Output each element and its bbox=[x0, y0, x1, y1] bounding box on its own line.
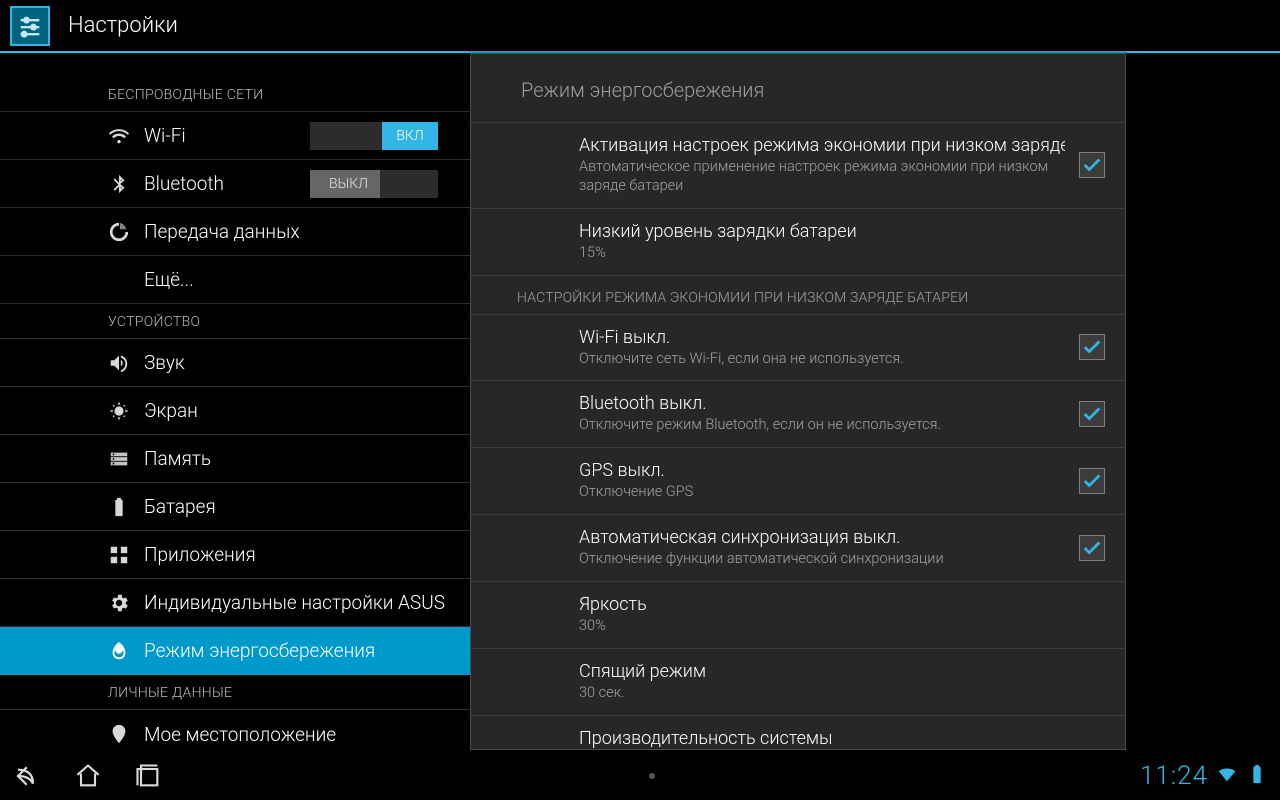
bluetooth-icon bbox=[108, 173, 130, 195]
row-subtitle: Отключите сеть Wi-Fi, если она не исполь… bbox=[579, 350, 1065, 369]
wifi-status-icon bbox=[1216, 763, 1238, 789]
panel-section-header: НАСТРОЙКИ РЕЖИМА ЭКОНОМИИ ПРИ НИЗКОМ ЗАР… bbox=[471, 276, 1125, 315]
home-button[interactable] bbox=[72, 761, 104, 791]
back-button[interactable] bbox=[12, 761, 44, 791]
row-title: Производительность системы bbox=[579, 728, 1105, 749]
checkbox[interactable] bbox=[1079, 401, 1105, 427]
system-navbar: 11:24 bbox=[0, 752, 1280, 800]
sidebar-item-label: Индивидуальные настройки ASUS bbox=[144, 591, 445, 614]
wifi-icon bbox=[108, 125, 130, 147]
battery-icon bbox=[108, 496, 130, 518]
sidebar-item-label: Ещё... bbox=[144, 268, 194, 291]
nav-dots bbox=[164, 773, 1140, 779]
sidebar: БЕСПРОВОДНЫЕ СЕТИ Wi-Fi ВКЛ Bluetooth ВЫ… bbox=[0, 53, 470, 752]
wifi-toggle[interactable]: ВКЛ bbox=[310, 122, 438, 150]
sidebar-item-label: Режим энергосбережения bbox=[144, 639, 375, 662]
bluetooth-toggle[interactable]: ВЫКЛ bbox=[310, 170, 438, 198]
clock: 11:24 bbox=[1140, 761, 1208, 791]
row-subtitle: Отключите режим Bluetooth, если он не ис… bbox=[579, 416, 1065, 435]
sidebar-item-more[interactable]: Ещё... bbox=[0, 256, 470, 304]
row-performance[interactable]: Производительность системы Режим энергос… bbox=[471, 716, 1125, 749]
checkbox[interactable] bbox=[1079, 535, 1105, 561]
panel-title: Режим энергосбережения bbox=[471, 54, 1125, 123]
sidebar-item-asus-custom[interactable]: Индивидуальные настройки ASUS bbox=[0, 579, 470, 627]
sidebar-item-label: Батарея bbox=[144, 495, 216, 518]
apps-icon bbox=[108, 544, 130, 566]
row-title: Спящий режим bbox=[579, 661, 1105, 682]
sidebar-item-label: Память bbox=[144, 447, 211, 470]
row-subtitle: 30 сек. bbox=[579, 684, 1105, 703]
row-title: Яркость bbox=[579, 594, 1105, 615]
display-icon bbox=[108, 400, 130, 422]
sidebar-item-label: Звук bbox=[144, 351, 185, 374]
sidebar-item-label: Wi-Fi bbox=[144, 124, 186, 147]
recent-apps-button[interactable] bbox=[132, 761, 164, 791]
battery-status-icon bbox=[1246, 763, 1268, 789]
row-title: Wi-Fi выкл. bbox=[579, 327, 1065, 348]
sidebar-item-label: Экран bbox=[144, 399, 198, 422]
leaf-icon bbox=[108, 640, 130, 662]
sidebar-item-wifi[interactable]: Wi-Fi ВКЛ bbox=[0, 112, 470, 160]
sidebar-item-label: Приложения bbox=[144, 543, 256, 566]
row-subtitle: Отключение функции автоматической синхро… bbox=[579, 550, 1065, 569]
row-low-battery-level[interactable]: Низкий уровень зарядки батареи 15% bbox=[471, 209, 1125, 276]
row-subtitle: Автоматическое применение настроек режим… bbox=[579, 158, 1065, 196]
row-activate-low-battery[interactable]: Активация настроек режима экономии при н… bbox=[471, 123, 1125, 209]
sidebar-header-wireless: БЕСПРОВОДНЫЕ СЕТИ bbox=[0, 77, 470, 112]
sidebar-item-sound[interactable]: Звук bbox=[0, 339, 470, 387]
row-title: Активация настроек режима экономии при н… bbox=[579, 135, 1065, 156]
checkbox[interactable] bbox=[1079, 468, 1105, 494]
sidebar-header-personal: ЛИЧНЫЕ ДАННЫЕ bbox=[0, 675, 470, 710]
row-wifi-off[interactable]: Wi-Fi выкл. Отключите сеть Wi-Fi, если о… bbox=[471, 315, 1125, 382]
row-subtitle: 15% bbox=[579, 244, 1105, 263]
sound-icon bbox=[108, 352, 130, 374]
sidebar-item-label: Мое местоположение bbox=[144, 723, 336, 746]
blank-icon bbox=[108, 269, 130, 291]
row-brightness[interactable]: Яркость 30% bbox=[471, 582, 1125, 649]
data-usage-icon bbox=[108, 221, 130, 243]
row-title: Автоматическая синхронизация выкл. bbox=[579, 527, 1065, 548]
checkbox[interactable] bbox=[1079, 334, 1105, 360]
sidebar-item-apps[interactable]: Приложения bbox=[0, 531, 470, 579]
sidebar-item-data-usage[interactable]: Передача данных bbox=[0, 208, 470, 256]
settings-icon bbox=[10, 6, 50, 46]
sidebar-item-display[interactable]: Экран bbox=[0, 387, 470, 435]
dialog-panel: Режим энергосбережения Активация настрое… bbox=[470, 53, 1126, 750]
action-bar: Настройки bbox=[0, 0, 1280, 53]
sidebar-item-location[interactable]: Мое местоположение bbox=[0, 710, 470, 752]
sidebar-item-storage[interactable]: Память bbox=[0, 435, 470, 483]
sidebar-item-battery[interactable]: Батарея bbox=[0, 483, 470, 531]
sidebar-item-label: Bluetooth bbox=[144, 172, 224, 195]
page-title: Настройки bbox=[68, 13, 178, 38]
row-title: Bluetooth выкл. bbox=[579, 393, 1065, 414]
gear-icon bbox=[108, 592, 130, 614]
sidebar-item-label: Передача данных bbox=[144, 220, 300, 243]
row-autosync-off[interactable]: Автоматическая синхронизация выкл. Отклю… bbox=[471, 515, 1125, 582]
row-gps-off[interactable]: GPS выкл. Отключение GPS bbox=[471, 448, 1125, 515]
row-title: Низкий уровень зарядки батареи bbox=[579, 221, 1105, 242]
checkbox[interactable] bbox=[1079, 152, 1105, 178]
sidebar-item-bluetooth[interactable]: Bluetooth ВЫКЛ bbox=[0, 160, 470, 208]
row-subtitle: 30% bbox=[579, 617, 1105, 636]
row-bluetooth-off[interactable]: Bluetooth выкл. Отключите режим Bluetoot… bbox=[471, 381, 1125, 448]
storage-icon bbox=[108, 448, 130, 470]
row-subtitle: Отключение GPS bbox=[579, 483, 1065, 502]
sidebar-item-power-saving[interactable]: Режим энергосбережения bbox=[0, 627, 470, 675]
location-icon bbox=[108, 723, 130, 745]
row-sleep[interactable]: Спящий режим 30 сек. bbox=[471, 649, 1125, 716]
row-title: GPS выкл. bbox=[579, 460, 1065, 481]
sidebar-header-device: УСТРОЙСТВО bbox=[0, 304, 470, 339]
